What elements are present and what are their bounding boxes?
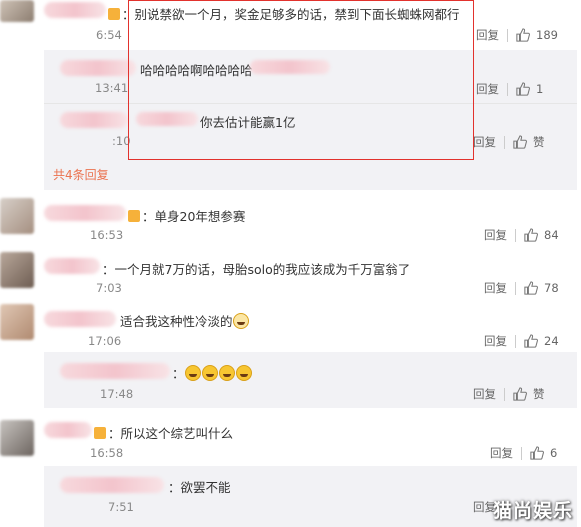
reply-actions: 回复 赞 bbox=[473, 386, 545, 402]
reply-time: 13:41 bbox=[95, 81, 129, 95]
like-count[interactable]: 189 bbox=[536, 28, 558, 42]
divider bbox=[515, 281, 516, 295]
thumbs-up-icon[interactable] bbox=[524, 334, 538, 348]
comment-time: 7:03 bbox=[96, 281, 122, 295]
reply-text: ： bbox=[172, 363, 253, 382]
reply-actions: 回复 赞 bbox=[473, 134, 545, 150]
avatar[interactable] bbox=[0, 304, 34, 340]
vip-badge-icon bbox=[94, 427, 106, 439]
comment-text: ：别说禁欲一个月，奖金足够多的话，禁到下面长蜘蛛网都行 bbox=[108, 4, 460, 23]
thumbs-up-icon[interactable] bbox=[524, 281, 538, 295]
username[interactable] bbox=[44, 205, 126, 221]
comment-actions: 回复 6 bbox=[490, 445, 557, 461]
avatar[interactable] bbox=[0, 198, 34, 234]
mention-blur bbox=[250, 60, 330, 74]
username[interactable] bbox=[60, 112, 128, 128]
comment-actions: 回复 78 bbox=[484, 280, 559, 296]
like-count[interactable]: 赞 bbox=[533, 134, 545, 150]
divider bbox=[44, 103, 577, 104]
username[interactable] bbox=[44, 311, 116, 327]
vip-badge-icon bbox=[128, 210, 140, 222]
reply-text: ：欲罢不能 bbox=[168, 480, 231, 495]
vip-badge-icon bbox=[108, 8, 120, 20]
reply-button[interactable]: 回复 bbox=[476, 81, 499, 97]
comment-time: 6:54 bbox=[96, 28, 122, 42]
thumbs-up-icon[interactable] bbox=[513, 387, 527, 401]
comment-time: 16:53 bbox=[90, 228, 124, 242]
comment-text: ：所以这个综艺叫什么 bbox=[94, 423, 233, 442]
laugh-emoji-icon bbox=[184, 365, 201, 381]
thumbs-up-icon[interactable] bbox=[516, 82, 530, 96]
comment-time: 16:58 bbox=[90, 446, 124, 460]
comment-actions: 回复 84 bbox=[484, 227, 559, 243]
reply-button[interactable]: 回复 bbox=[490, 445, 513, 461]
thumbs-up-icon[interactable] bbox=[513, 135, 527, 149]
reply-text: 哈哈哈哈啊哈哈哈哈 bbox=[140, 63, 253, 78]
reply-button[interactable]: 回复 bbox=[484, 280, 507, 296]
reply-button[interactable]: 回复 bbox=[473, 386, 496, 402]
mention-blur bbox=[136, 112, 198, 126]
reply-time: 7:51 bbox=[108, 500, 134, 514]
thumbs-up-icon[interactable] bbox=[524, 228, 538, 242]
divider bbox=[515, 334, 516, 348]
reply-button[interactable]: 回复 bbox=[484, 227, 507, 243]
divider bbox=[507, 28, 508, 42]
divider bbox=[504, 135, 505, 149]
like-count[interactable]: 24 bbox=[544, 334, 559, 348]
watermark: 猫尚娱乐 bbox=[492, 500, 573, 522]
username[interactable] bbox=[60, 477, 164, 493]
thumbs-up-icon[interactable] bbox=[530, 446, 544, 460]
reply-actions: 回复 1 bbox=[476, 81, 543, 97]
comment-text: ：单身20年想参赛 bbox=[128, 206, 245, 225]
username[interactable] bbox=[60, 60, 136, 76]
username[interactable] bbox=[44, 422, 92, 438]
thumbs-up-icon[interactable] bbox=[516, 28, 530, 42]
reply-text: 你去估计能赢1亿 bbox=[200, 115, 296, 130]
reply-time: 17:48 bbox=[100, 387, 134, 401]
divider bbox=[504, 387, 505, 401]
divider bbox=[515, 228, 516, 242]
cat-emoji-icon bbox=[232, 313, 249, 329]
laugh-emoji-icon bbox=[235, 365, 252, 381]
like-count[interactable]: 1 bbox=[536, 82, 543, 96]
like-count[interactable]: 78 bbox=[544, 281, 559, 295]
avatar[interactable] bbox=[0, 0, 34, 22]
username[interactable] bbox=[44, 258, 100, 274]
reply-time: :10 bbox=[112, 134, 131, 148]
like-count[interactable]: 84 bbox=[544, 228, 559, 242]
laugh-emoji-icon bbox=[218, 365, 235, 381]
comment-actions: 回复 189 bbox=[476, 27, 558, 43]
comment-text: ：一个月就7万的话，母胎solo的我应该成为千万富翁了 bbox=[102, 262, 411, 277]
divider bbox=[521, 446, 522, 460]
comment-text: 适合我这种性冷淡的 bbox=[120, 311, 250, 330]
username[interactable] bbox=[60, 363, 170, 379]
avatar[interactable] bbox=[0, 252, 34, 288]
divider bbox=[507, 82, 508, 96]
like-count[interactable]: 赞 bbox=[533, 386, 545, 402]
comment-time: 17:06 bbox=[88, 334, 122, 348]
reply-button[interactable]: 回复 bbox=[476, 27, 499, 43]
more-replies-link[interactable]: 共4条回复 bbox=[53, 166, 109, 183]
laugh-emoji-icon bbox=[201, 365, 218, 381]
like-count[interactable]: 6 bbox=[550, 446, 557, 460]
reply-button[interactable]: 回复 bbox=[473, 134, 496, 150]
avatar[interactable] bbox=[0, 420, 34, 456]
username[interactable] bbox=[44, 2, 106, 18]
comment-actions: 回复 24 bbox=[484, 333, 559, 349]
reply-button[interactable]: 回复 bbox=[484, 333, 507, 349]
